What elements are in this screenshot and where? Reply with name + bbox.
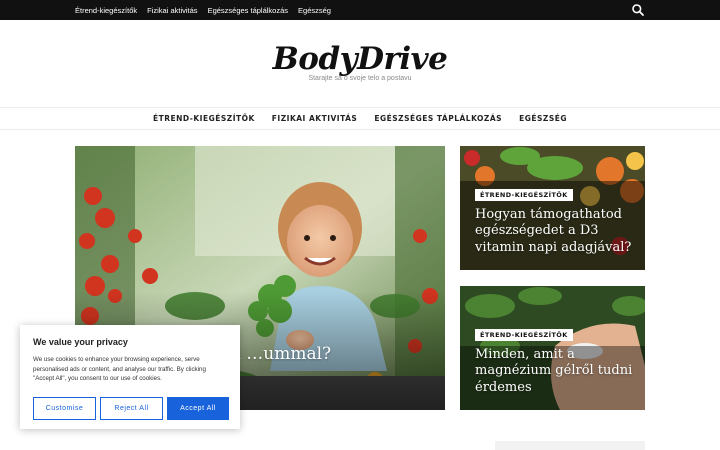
- article-card-vitamin-d3[interactable]: ÉTREND-KIEGÉSZÍTŐK Hogyan támogathatod e…: [460, 146, 645, 270]
- top-nav-link-physical-activity[interactable]: Fizikai aktivitás: [147, 6, 197, 15]
- category-badge[interactable]: ÉTREND-KIEGÉSZÍTŐK: [475, 329, 573, 341]
- category-badge[interactable]: ÉTREND-KIEGÉSZÍTŐK: [475, 189, 573, 201]
- top-nav-link-supplements[interactable]: Étrend-kiegészítők: [75, 6, 137, 15]
- article-title-magnesium-gel[interactable]: Minden, amit a magnézium gélről tudni ér…: [475, 347, 635, 396]
- top-nav: Étrend-kiegészítők Fizikai aktivitás Egé…: [75, 0, 331, 20]
- site-tagline: Starajte sa o svoje telo a postavu: [308, 75, 412, 82]
- cookie-text: We use cookies to enhance your browsing …: [33, 356, 206, 383]
- search-icon[interactable]: [631, 3, 645, 17]
- site-logo[interactable]: BodyDrive: [0, 41, 720, 77]
- nav-item-supplements[interactable]: ÉTREND-KIEGÉSZÍTŐK: [153, 114, 255, 123]
- sidebar-widget-placeholder: [495, 441, 645, 450]
- nav-item-health[interactable]: EGÉSZSÉG: [519, 114, 567, 123]
- cookie-consent-banner: We value your privacy We use cookies to …: [20, 325, 240, 429]
- top-bar: Étrend-kiegészítők Fizikai aktivitás Egé…: [0, 0, 720, 20]
- main-nav: ÉTREND-KIEGÉSZÍTŐK FIZIKAI AKTIVITÁS EGÉ…: [0, 108, 720, 130]
- nav-item-physical-activity[interactable]: FIZIKAI AKTIVITÁS: [272, 114, 358, 123]
- customise-button[interactable]: Customise: [33, 397, 96, 420]
- nav-item-healthy-eating[interactable]: EGÉSZSÉGES TÁPLÁLKOZÁS: [374, 114, 502, 123]
- site-header: BodyDrive Starajte sa o svoje telo a pos…: [0, 20, 720, 108]
- reject-all-button[interactable]: Reject All: [100, 397, 163, 420]
- cookie-title: We value your privacy: [33, 337, 128, 347]
- top-nav-link-health[interactable]: Egészség: [298, 6, 331, 15]
- article-card-magnesium-gel[interactable]: ÉTREND-KIEGÉSZÍTŐK Minden, amit a magnéz…: [460, 286, 645, 410]
- article-title-vitamin-d3[interactable]: Hogyan támogathatod egészségedet a D3 vi…: [475, 207, 635, 256]
- cookie-buttons: Customise Reject All Accept All: [33, 397, 229, 420]
- top-nav-link-healthy-eating[interactable]: Egészséges táplálkozás: [208, 6, 288, 15]
- accept-all-button[interactable]: Accept All: [167, 397, 229, 420]
